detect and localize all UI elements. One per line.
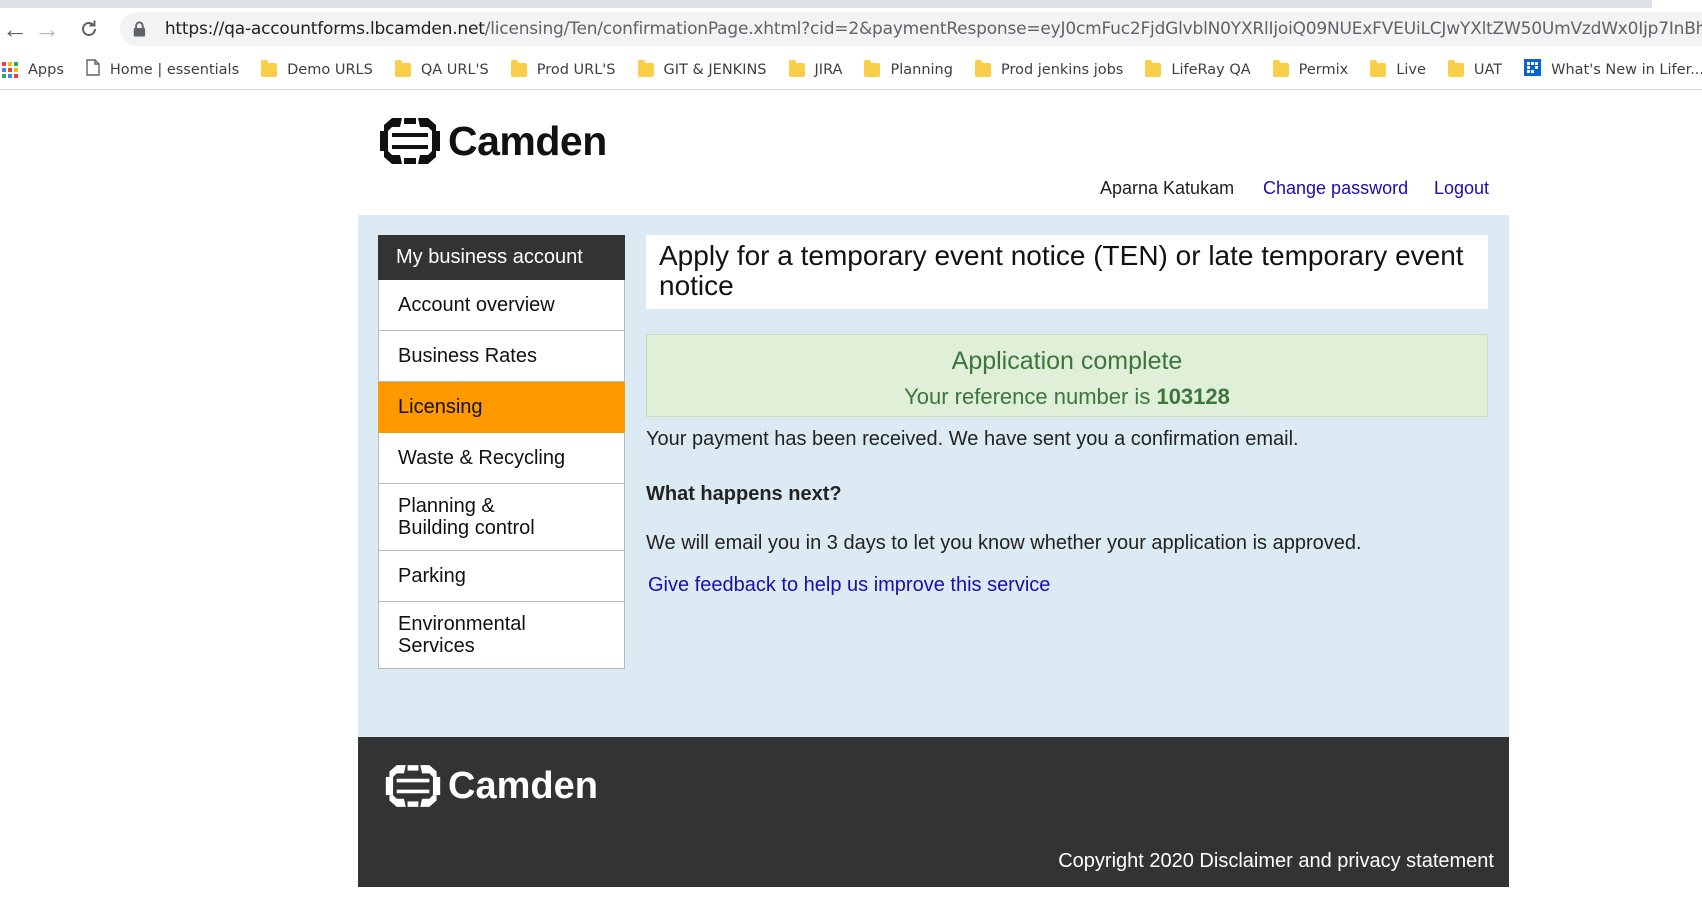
bookmark-label: GIT & JENKINS	[663, 61, 767, 78]
feedback-link[interactable]: Give feedback to help us improve this se…	[648, 574, 1050, 597]
sidebar-heading: My business account	[378, 235, 625, 280]
bookmark-label: Permix	[1298, 61, 1349, 78]
bookmark-label: UAT	[1473, 61, 1503, 78]
apps-grid-icon	[2, 61, 18, 78]
sidebar-item-label: Waste & Recycling	[398, 447, 566, 469]
folder-icon	[637, 59, 654, 77]
folder-icon	[510, 59, 527, 77]
footer-camden-logo[interactable]: Camden	[384, 763, 598, 809]
sidebar-item-label: Planning & Building control	[398, 495, 535, 539]
bookmark-label: Prod URL'S	[536, 61, 616, 78]
bookmark-label: Live	[1396, 61, 1426, 78]
camden-emblem-icon	[385, 765, 441, 807]
sidebar-item-business-rates[interactable]: Business Rates	[378, 331, 625, 382]
bookmark-jira[interactable]: JIRA	[788, 59, 843, 78]
logo-text: Camden	[448, 117, 607, 164]
sidebar-item-parking[interactable]: Parking	[378, 551, 625, 602]
page-title: Apply for a temporary event notice (TEN)…	[646, 235, 1488, 309]
url-text: https://qa-accountforms.lbcamden.net/lic…	[164, 19, 1702, 39]
bookmark-liferay-qa[interactable]: LifeRay QA	[1145, 59, 1251, 78]
bookmark-home-essentials[interactable]: Home | essentials	[86, 59, 239, 80]
page-icon	[86, 59, 100, 80]
sidebar-item-account-overview[interactable]: Account overview	[378, 280, 625, 331]
camden-logo[interactable]: Camden	[378, 116, 607, 166]
browser-tab-strip	[0, 0, 1702, 8]
bookmark-label: Home | essentials	[109, 61, 240, 78]
logout-link[interactable]: Logout	[1434, 178, 1489, 199]
folder-icon	[864, 59, 881, 77]
lock-icon	[133, 21, 146, 37]
bookmark-permix[interactable]: Permix	[1272, 59, 1349, 78]
folder-icon	[261, 59, 278, 77]
sidebar-item-environmental-services[interactable]: Environmental Services	[378, 602, 625, 669]
bookmark-planning[interactable]: Planning	[864, 59, 953, 78]
bookmark-qa-url-s[interactable]: QA URL'S	[394, 59, 489, 78]
folder-icon	[394, 59, 411, 77]
sidebar-item-waste-recycling[interactable]: Waste & Recycling	[378, 433, 625, 484]
bookmark-git-jenkins[interactable]: GIT & JENKINS	[637, 59, 767, 78]
sidebar-item-label: Licensing	[398, 396, 483, 418]
bookmark-apps[interactable]: Apps	[2, 61, 64, 78]
bookmark-label: LifeRay QA	[1171, 61, 1251, 78]
reference-number: 103128	[1156, 384, 1230, 409]
camden-emblem-icon	[380, 118, 440, 164]
success-banner: Application complete Your reference numb…	[646, 334, 1488, 417]
liferay-icon	[1524, 59, 1542, 80]
payment-message: Your payment has been received. We have …	[646, 428, 1299, 450]
address-bar[interactable]: https://qa-accountforms.lbcamden.net/lic…	[120, 12, 1702, 46]
bookmarks-bar: Apps Home | essentials Demo URLS QA URL'S Pr…	[0, 50, 1702, 90]
folder-icon	[1272, 59, 1289, 77]
sidebar-item-label: Business Rates	[398, 345, 537, 367]
forward-icon[interactable]: →	[32, 14, 62, 44]
bookmark-uat[interactable]: UAT	[1447, 59, 1503, 78]
bookmark-prod-url-s[interactable]: Prod URL'S	[510, 59, 616, 78]
sidebar-item-label: Account overview	[398, 294, 555, 316]
user-name: Aparna Katukam	[1100, 178, 1235, 198]
sidebar-item-label: Parking	[398, 565, 466, 587]
bookmark-prod-jenkins-jobs[interactable]: Prod jenkins jobs	[974, 59, 1124, 78]
folder-icon	[1145, 59, 1162, 77]
next-steps-text: We will email you in 3 days to let you k…	[646, 532, 1362, 554]
folder-icon	[788, 59, 805, 77]
back-icon[interactable]: ←	[0, 14, 30, 44]
sidebar-item-planning-building-control[interactable]: Planning & Building control	[378, 484, 625, 551]
folder-icon	[1447, 59, 1464, 77]
reload-icon[interactable]	[74, 14, 104, 44]
bookmark-what-s-new-in-lifer[interactable]: What's New in Lifer...	[1524, 59, 1702, 80]
site-footer: Camden Copyright 2020 Disclaimer and pri…	[358, 737, 1509, 887]
bookmark-label: QA URL'S	[420, 61, 489, 78]
success-title: Application complete	[951, 347, 1183, 375]
bookmark-label: Prod jenkins jobs	[1000, 61, 1124, 78]
next-steps-heading: What happens next?	[646, 483, 842, 505]
copyright-link[interactable]: Copyright 2020 Disclaimer and privacy st…	[1058, 850, 1494, 873]
sidebar-item-label: Environmental Services	[398, 613, 526, 657]
sidebar-item-licensing[interactable]: Licensing	[378, 382, 625, 433]
reference-prefix: Your reference number is	[904, 384, 1151, 409]
folder-icon	[1370, 59, 1387, 77]
folder-icon	[974, 59, 991, 77]
footer-logo-text: Camden	[448, 764, 598, 807]
content-area: Apply for a temporary event notice (TEN)…	[646, 235, 1488, 596]
browser-toolbar: ← → https://qa-accountforms.lbcamden.net…	[0, 8, 1702, 50]
bookmark-label: Demo URLS	[287, 61, 373, 78]
bookmark-label: Planning	[890, 61, 953, 78]
bookmark-demo-urls[interactable]: Demo URLS	[261, 59, 373, 78]
reference-line: Your reference number is 103128	[647, 384, 1487, 410]
change-password-link[interactable]: Change password	[1263, 178, 1408, 199]
account-sidebar: My business account Account overview Bus…	[378, 235, 625, 669]
bookmark-label: What's New in Lifer...	[1551, 61, 1702, 78]
bookmark-live[interactable]: Live	[1370, 59, 1426, 78]
bookmark-label: JIRA	[814, 61, 843, 78]
browser-tab[interactable]	[1652, 0, 1702, 8]
bookmark-label: Apps	[28, 61, 64, 78]
